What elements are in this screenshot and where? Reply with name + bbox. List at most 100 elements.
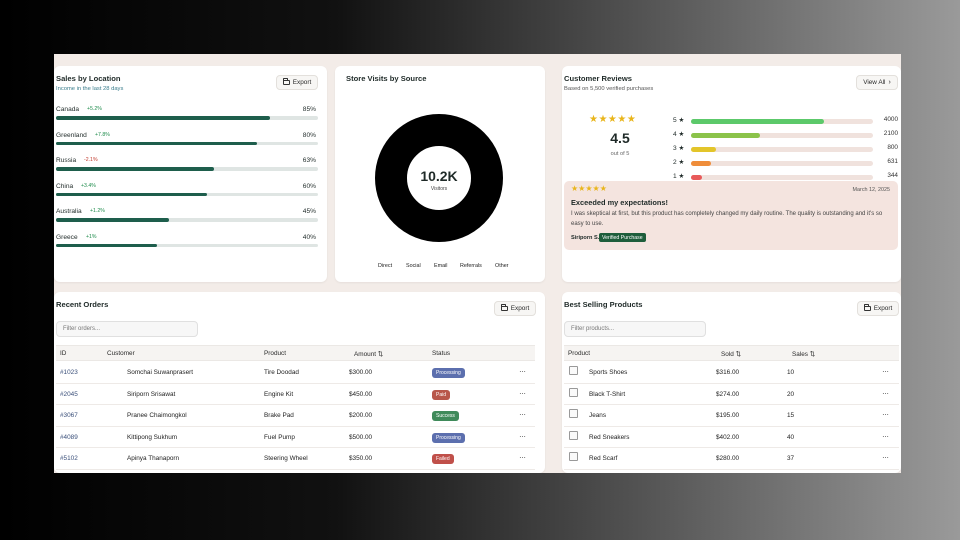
- rating-fill: [691, 119, 824, 124]
- store-visits-card: Store Visits by Source 10.2K Visitors Di…: [335, 66, 545, 282]
- product-sales: 10: [787, 369, 795, 376]
- table-row[interactable]: Black T-Shirt $274.00 20 ···: [564, 384, 899, 405]
- table-row[interactable]: #1023 Somchai Suwanprasert Tire Doodad $300…: [56, 362, 535, 384]
- export-button[interactable]: Export: [857, 301, 899, 316]
- legend-email[interactable]: Email: [434, 263, 447, 269]
- table-row[interactable]: Jeans $195.00 15 ···: [564, 405, 899, 427]
- table-row[interactable]: Sports Shoes $316.00 10 ···: [564, 362, 899, 384]
- location-row: Greenland +7.8% 80%: [56, 132, 318, 157]
- more-icon[interactable]: ···: [882, 453, 889, 462]
- review-headline: Exceeded my expectations!: [571, 198, 668, 207]
- export-button[interactable]: Export: [494, 301, 536, 316]
- order-customer: Somchai Suwanprasert: [127, 369, 194, 376]
- col-sold[interactable]: Sold ⇅: [721, 350, 741, 358]
- order-product: Engine Kit: [264, 390, 294, 398]
- progress-track: [56, 218, 318, 222]
- best-selling-card: Best Selling Products Export Filter prod…: [562, 292, 901, 473]
- product-sold: $402.00: [716, 433, 740, 441]
- col-customer[interactable]: Customer: [107, 350, 135, 357]
- donut-center-value: 10.2K: [420, 168, 458, 184]
- rating-fill: [691, 161, 712, 166]
- more-icon[interactable]: ···: [882, 389, 889, 398]
- more-icon[interactable]: ···: [882, 432, 889, 441]
- order-id[interactable]: #2045: [60, 391, 78, 398]
- more-icon[interactable]: ···: [519, 453, 526, 462]
- table-row[interactable]: #5102 Apinya Thanaporn Steering Wheel $350.…: [56, 448, 535, 470]
- order-id[interactable]: #5102: [60, 455, 78, 462]
- table-row[interactable]: Red Sneakers $402.00 40 ···: [564, 427, 899, 448]
- status-badge: Failed: [432, 454, 454, 464]
- location-row: Greece +1% 40%: [56, 234, 318, 259]
- product-sold: $274.00: [716, 390, 740, 398]
- product-image-icon: [569, 452, 578, 461]
- view-all-button[interactable]: View All ›: [856, 75, 898, 90]
- col-product[interactable]: Product: [264, 350, 286, 357]
- product-sold: $316.00: [716, 369, 740, 376]
- export-label: Export: [510, 305, 530, 312]
- location-name: Australia: [56, 208, 82, 215]
- location-change: -2.1%: [84, 157, 98, 163]
- location-change: +5.2%: [87, 106, 102, 112]
- rating-track: [691, 161, 873, 166]
- rating-row: 4 ★ 2100: [673, 130, 898, 142]
- card-title: Customer Reviews: [564, 74, 632, 83]
- location-change: +1.2%: [90, 208, 105, 214]
- col-status[interactable]: Status: [432, 350, 450, 357]
- table-row[interactable]: Red Scarf $280.00 37 ···: [564, 448, 899, 470]
- product-name: Black T-Shirt: [589, 390, 626, 398]
- export-button[interactable]: Export: [276, 75, 318, 90]
- location-name: Russia: [56, 157, 77, 164]
- rating-fill: [691, 147, 717, 152]
- more-icon[interactable]: ···: [882, 367, 889, 376]
- legend-other[interactable]: Other: [495, 263, 508, 269]
- more-icon[interactable]: ···: [519, 410, 526, 419]
- legend-direct[interactable]: Direct: [378, 263, 392, 269]
- legend-social[interactable]: Social: [406, 263, 421, 269]
- progress-fill: [56, 141, 258, 145]
- legend-referrals[interactable]: Referrals: [460, 263, 482, 269]
- folder-icon: [282, 78, 290, 85]
- more-icon[interactable]: ···: [882, 410, 889, 419]
- col-product[interactable]: Product: [568, 350, 590, 357]
- export-label: Export: [873, 305, 893, 312]
- rating-track: [691, 119, 873, 124]
- folder-icon: [863, 304, 871, 311]
- filter-orders-input[interactable]: Filter orders...: [56, 321, 198, 337]
- col-id[interactable]: ID: [60, 350, 66, 357]
- verified-badge: Verified Purchase: [599, 233, 646, 242]
- table-row[interactable]: #4089 Kittipong Sukhum Fuel Pump $500.00 Pro…: [56, 427, 535, 448]
- more-icon[interactable]: ···: [519, 389, 526, 398]
- filter-products-input[interactable]: Filter products...: [564, 321, 706, 337]
- order-id[interactable]: #3067: [60, 412, 78, 419]
- location-percent: 85%: [302, 106, 316, 113]
- status-badge: Processing: [432, 368, 465, 378]
- col-amount[interactable]: Amount ⇅: [354, 350, 383, 358]
- rating-label: 4 ★: [673, 131, 685, 138]
- view-all-label: View All: [863, 79, 886, 86]
- order-id[interactable]: #4089: [60, 434, 78, 441]
- more-icon[interactable]: ···: [519, 432, 526, 441]
- progress-fill: [56, 218, 170, 222]
- order-amount: $350.00: [349, 455, 373, 462]
- product-sales: 15: [787, 412, 795, 419]
- sales-by-location-card: Sales by Location Income in the last 28 …: [54, 66, 327, 282]
- order-product: Fuel Pump: [264, 433, 295, 441]
- review-card: ★★★★★ March 12, 2025 Exceeded my expecta…: [564, 181, 898, 250]
- location-name: Canada: [56, 106, 80, 113]
- product-sold: $195.00: [716, 412, 740, 419]
- rating-label: 1 ★: [673, 173, 685, 180]
- table-row[interactable]: #3067 Pranee Chaimongkol Brake Pad $200.00 S…: [56, 405, 535, 427]
- rating-track: [691, 147, 873, 152]
- export-label: Export: [292, 79, 312, 86]
- order-id[interactable]: #1023: [60, 369, 78, 376]
- col-sales[interactable]: Sales ⇅: [792, 350, 815, 358]
- product-name: Sports Shoes: [589, 369, 628, 376]
- table-row[interactable]: #2045 Siriporn Srisawat Engine Kit $450.00 P…: [56, 384, 535, 405]
- order-customer: Pranee Chaimongkol: [127, 412, 187, 419]
- review-stars: ★★★★★: [571, 184, 607, 193]
- progress-fill: [56, 243, 157, 247]
- more-icon[interactable]: ···: [519, 367, 526, 376]
- rating-stars: ★★★★★: [589, 114, 637, 125]
- out-of-label: out of 5: [610, 151, 630, 157]
- rating-label: 5 ★: [673, 117, 685, 124]
